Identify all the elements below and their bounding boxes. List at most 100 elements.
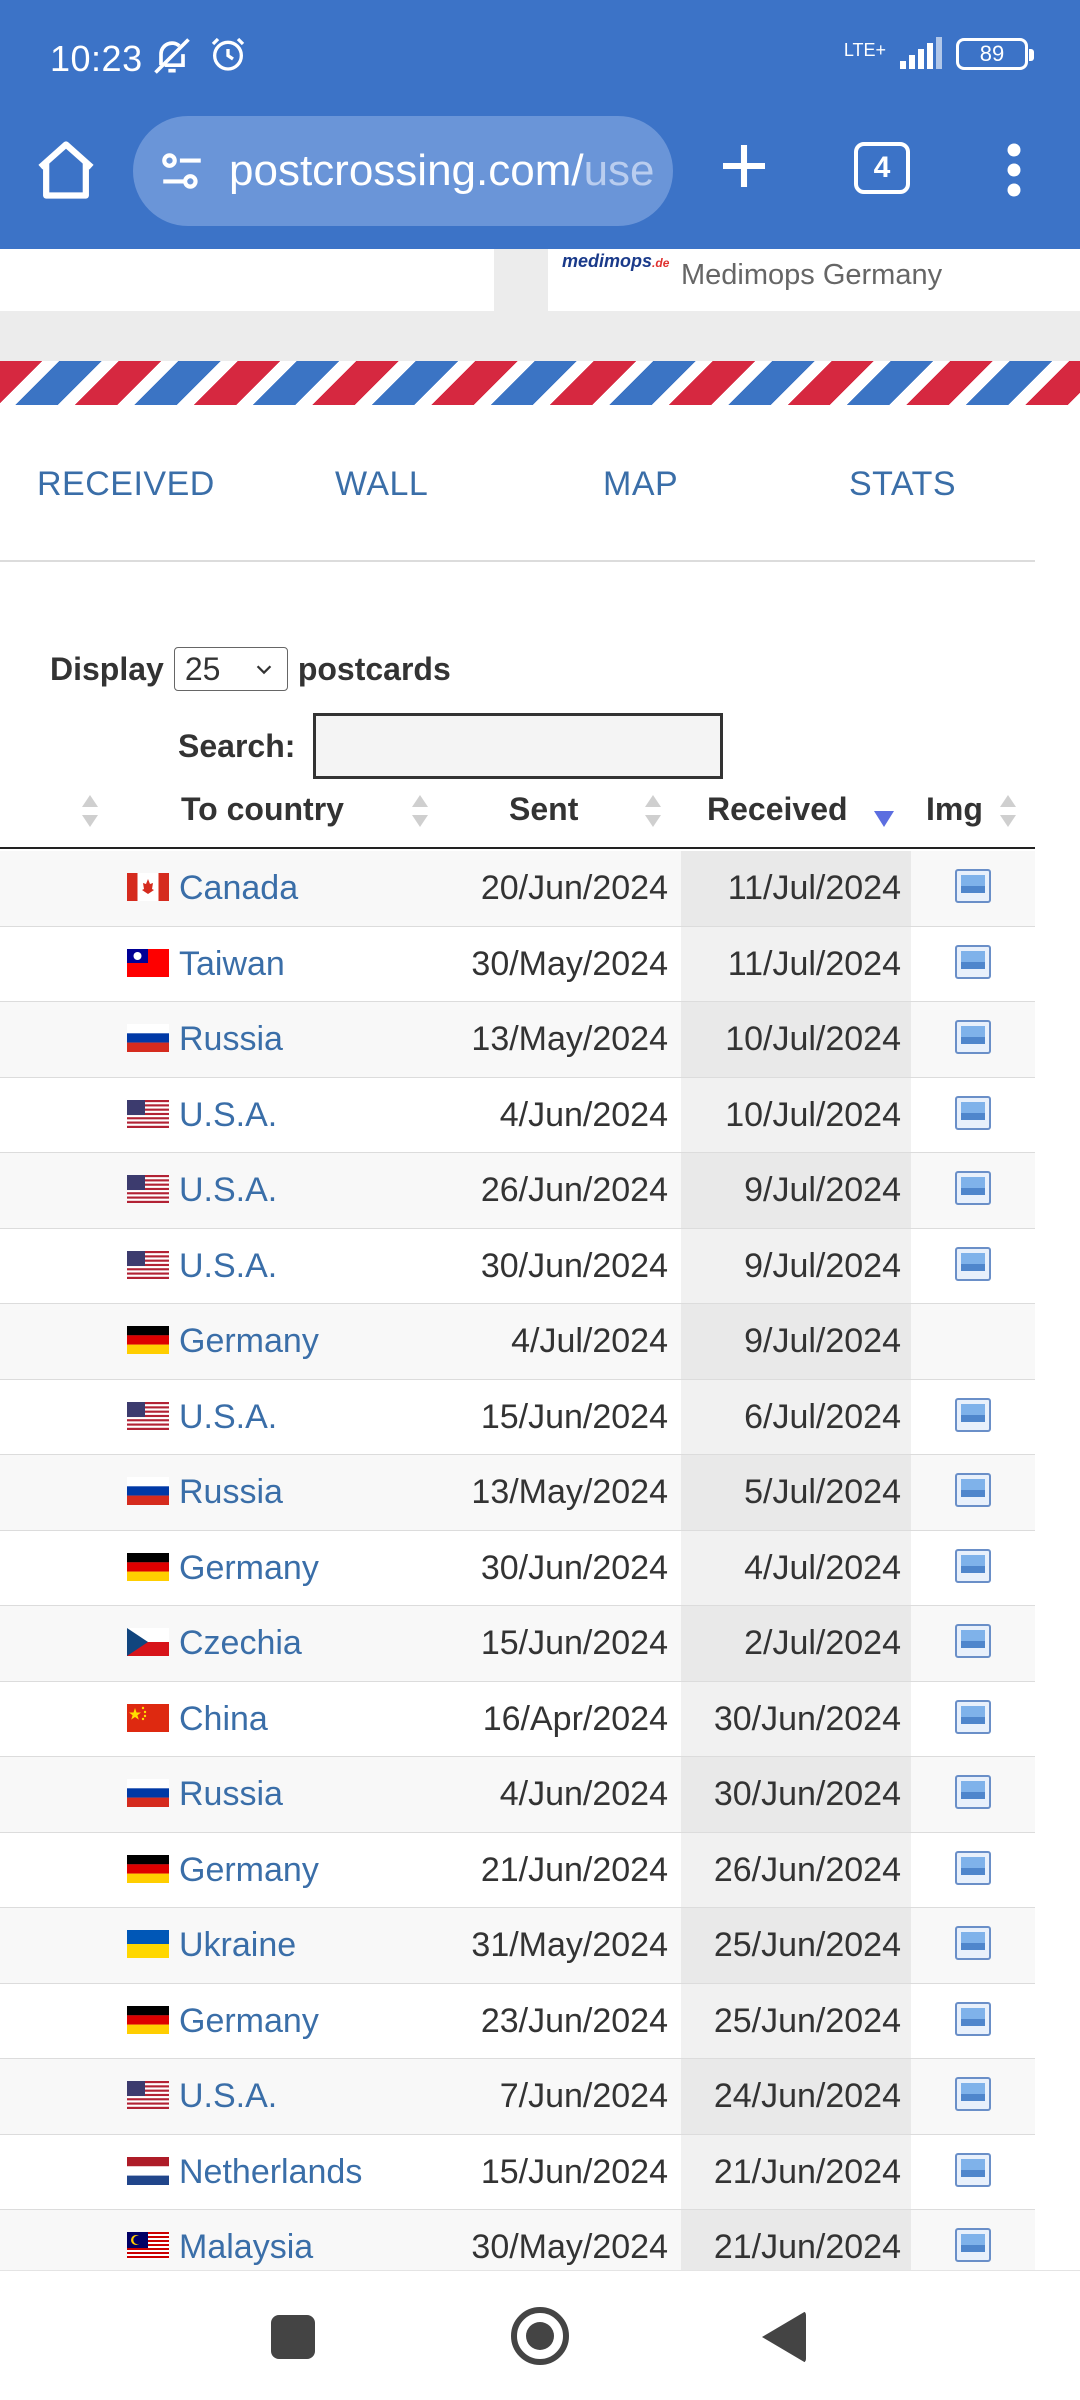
image-icon[interactable] bbox=[955, 1548, 991, 1583]
received-date: 11/Jul/2024 bbox=[727, 869, 901, 907]
flag-icon-cz bbox=[127, 1628, 169, 1656]
image-icon[interactable] bbox=[955, 944, 991, 979]
more-menu-icon[interactable] bbox=[998, 140, 1030, 200]
sort-icon[interactable] bbox=[80, 793, 100, 829]
sent-date: 26/Jun/2024 bbox=[480, 1171, 668, 1209]
sent-date: 30/Jun/2024 bbox=[480, 1246, 668, 1285]
country-link[interactable]: Netherlands bbox=[179, 2153, 362, 2192]
country-link[interactable]: China bbox=[179, 1700, 268, 1739]
image-icon[interactable] bbox=[955, 1624, 991, 1658]
network-type: LTE+ bbox=[843, 40, 886, 60]
sort-icon[interactable] bbox=[643, 793, 663, 829]
image-icon[interactable] bbox=[955, 2152, 991, 2187]
country-link[interactable]: Ukraine bbox=[179, 1926, 296, 1965]
image-icon[interactable] bbox=[955, 2001, 991, 2036]
country-link[interactable]: Malaysia bbox=[179, 2228, 313, 2267]
chevron-down-icon bbox=[256, 665, 272, 675]
country-link[interactable]: U.S.A. bbox=[179, 2077, 277, 2116]
sent-date: 13/May/2024 bbox=[471, 1473, 668, 1511]
tab-received[interactable]: RECEIVED bbox=[37, 465, 215, 504]
country-link[interactable]: Russia bbox=[179, 1473, 283, 1512]
status-icons bbox=[150, 34, 248, 78]
country-link[interactable]: Canada bbox=[179, 869, 298, 908]
site-settings-icon[interactable] bbox=[157, 146, 207, 196]
received-date: 30/Jun/2024 bbox=[713, 1775, 901, 1813]
image-icon[interactable] bbox=[955, 1397, 991, 1432]
battery-level: 89 bbox=[979, 41, 1005, 66]
search-input[interactable] bbox=[313, 713, 724, 779]
image-icon[interactable] bbox=[955, 2077, 991, 2111]
page-size-select[interactable]: 25 bbox=[173, 647, 288, 691]
country-link[interactable]: Czechia bbox=[179, 1624, 302, 1663]
received-date: 21/Jun/2024 bbox=[713, 2152, 901, 2191]
country-link[interactable]: Russia bbox=[179, 1775, 283, 1814]
sent-date: 15/Jun/2024 bbox=[480, 2152, 668, 2191]
image-icon[interactable] bbox=[955, 1095, 991, 1130]
header-received[interactable]: Received bbox=[707, 791, 848, 828]
received-date: 5/Jul/2024 bbox=[744, 1473, 901, 1511]
sort-icon[interactable] bbox=[410, 793, 430, 829]
home-button[interactable] bbox=[511, 2307, 569, 2365]
back-button[interactable] bbox=[762, 2311, 806, 2363]
received-date: 24/Jun/2024 bbox=[713, 2077, 901, 2115]
country-link[interactable]: Germany bbox=[179, 1322, 319, 1361]
image-icon[interactable] bbox=[955, 1699, 991, 1734]
country-link[interactable]: Germany bbox=[179, 1549, 319, 1588]
header-country[interactable]: To country bbox=[181, 791, 344, 828]
country-link[interactable]: Taiwan bbox=[179, 945, 285, 984]
tab-wall[interactable]: WALL bbox=[335, 465, 428, 504]
sent-date: 15/Jun/2024 bbox=[480, 1397, 668, 1436]
sent-date: 4/Jun/2024 bbox=[499, 1775, 668, 1813]
status-bar: 10:23 LTE+ 89 bbox=[0, 0, 1080, 112]
image-icon[interactable] bbox=[955, 1850, 991, 1885]
country-link[interactable]: Germany bbox=[179, 1851, 319, 1890]
sent-date: 4/Jun/2024 bbox=[499, 1095, 668, 1134]
tab-map[interactable]: MAP bbox=[603, 465, 678, 504]
home-icon[interactable] bbox=[32, 136, 100, 204]
sort-desc-icon[interactable] bbox=[874, 807, 894, 831]
received-date: 30/Jun/2024 bbox=[713, 1699, 901, 1738]
tab-stats[interactable]: STATS bbox=[849, 465, 956, 504]
image-icon[interactable] bbox=[955, 2228, 991, 2262]
sort-icon[interactable] bbox=[998, 793, 1018, 829]
country-link[interactable]: U.S.A. bbox=[179, 1398, 277, 1437]
address-bar[interactable]: postcrossing.com/use bbox=[133, 116, 673, 226]
sent-date: 15/Jun/2024 bbox=[480, 1624, 668, 1662]
country-link[interactable]: U.S.A. bbox=[179, 1096, 277, 1135]
received-date: 25/Jun/2024 bbox=[713, 2001, 901, 2040]
sent-date: 16/Apr/2024 bbox=[482, 1699, 668, 1738]
flag-icon-us bbox=[127, 2081, 169, 2109]
country-link[interactable]: U.S.A. bbox=[179, 1247, 277, 1286]
ad-banner[interactable]: medimops.de Medimops Germany bbox=[0, 249, 1080, 311]
ad-logo: medimops.de bbox=[562, 251, 670, 271]
image-icon[interactable] bbox=[955, 1473, 991, 1507]
image-icon[interactable] bbox=[955, 1246, 991, 1281]
flag-icon-de bbox=[127, 1552, 169, 1581]
country-link[interactable]: Russia bbox=[179, 1020, 283, 1059]
browser-chrome: 10:23 LTE+ 89 postcrossing.com/use 4 bbox=[0, 0, 1080, 249]
new-tab-icon[interactable] bbox=[716, 138, 772, 194]
flag-icon-ua bbox=[127, 1930, 169, 1958]
postcards-table: Canada 20/Jun/2024 11/Jul/2024 Taiwan 30/May… bbox=[0, 851, 1035, 2270]
received-date: 21/Jun/2024 bbox=[713, 2228, 901, 2266]
image-icon[interactable] bbox=[955, 1926, 991, 1960]
table-row: Netherlands 15/Jun/2024 21/Jun/2024 bbox=[0, 2134, 1035, 2210]
search-control: Search: bbox=[178, 713, 724, 779]
sent-date: 13/May/2024 bbox=[471, 1020, 668, 1058]
flag-icon-ca bbox=[127, 873, 169, 901]
section-tabs: RECEIVED WALL MAP STATS bbox=[0, 405, 1035, 562]
country-link[interactable]: U.S.A. bbox=[179, 1171, 277, 1210]
image-icon[interactable] bbox=[955, 1020, 991, 1054]
flag-icon-my bbox=[127, 2232, 169, 2260]
sent-date: 4/Jul/2024 bbox=[511, 1322, 668, 1360]
recents-button[interactable] bbox=[271, 2315, 315, 2359]
battery-icon: 89 bbox=[956, 38, 1034, 70]
country-link[interactable]: Germany bbox=[179, 2002, 319, 2041]
header-img[interactable]: Img bbox=[926, 791, 983, 828]
header-sent[interactable]: Sent bbox=[509, 791, 578, 828]
tab-switcher-button[interactable]: 4 bbox=[854, 142, 910, 194]
image-icon[interactable] bbox=[955, 869, 991, 903]
received-date: 26/Jun/2024 bbox=[713, 1850, 901, 1889]
image-icon[interactable] bbox=[955, 1171, 991, 1205]
image-icon[interactable] bbox=[955, 1775, 991, 1809]
